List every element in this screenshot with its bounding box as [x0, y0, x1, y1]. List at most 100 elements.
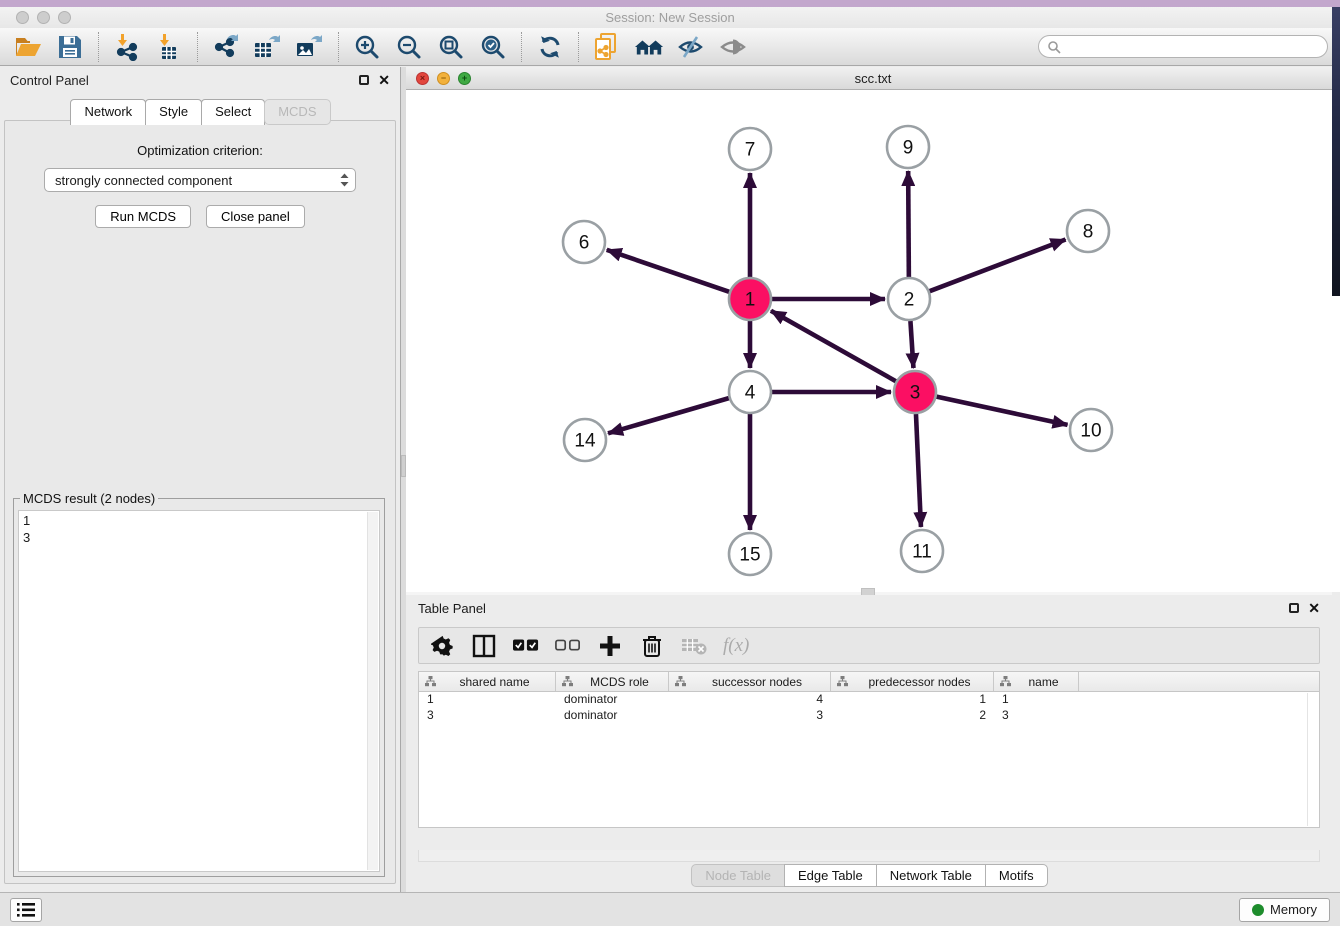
refresh-layout-icon[interactable]: [535, 32, 565, 62]
hide-eye-icon[interactable]: [676, 32, 706, 62]
close-panel-button[interactable]: Close panel: [206, 205, 305, 228]
deselect-all-icon[interactable]: [555, 633, 581, 659]
table-cell[interactable]: dominator: [556, 708, 669, 724]
node-8[interactable]: 8: [1067, 210, 1109, 252]
import-table-icon[interactable]: [154, 32, 184, 62]
memory-button[interactable]: Memory: [1239, 898, 1330, 922]
table-hscrollbar[interactable]: [418, 850, 1320, 862]
node-7[interactable]: 7: [729, 128, 771, 170]
function-builder-icon[interactable]: f(x): [723, 635, 749, 657]
control-panel: Control Panel ✕ NetworkStyleSelectMCDS O…: [0, 67, 400, 892]
run-mcds-button[interactable]: Run MCDS: [95, 205, 191, 228]
node-14[interactable]: 14: [564, 419, 606, 461]
tab-motifs[interactable]: Motifs: [985, 864, 1048, 887]
add-row-icon[interactable]: [597, 633, 623, 659]
network-canvas[interactable]: 7 9 6 8 1 2 4 3 14 10 15 11: [406, 90, 1340, 592]
zoom-in-icon[interactable]: [352, 32, 382, 62]
network-window-title: scc.txt: [406, 71, 1340, 86]
node-label: 1: [745, 290, 756, 311]
delete-row-icon[interactable]: [639, 633, 665, 659]
tab-node-table[interactable]: Node Table: [691, 864, 785, 887]
node-9[interactable]: 9: [887, 126, 929, 168]
table-cell[interactable]: 3: [419, 708, 556, 724]
eye-icon[interactable]: [718, 32, 748, 62]
tab-network-table[interactable]: Network Table: [876, 864, 986, 887]
table-cell[interactable]: 3: [669, 708, 831, 724]
node-10[interactable]: 10: [1070, 409, 1112, 451]
table-cell[interactable]: 2: [831, 708, 994, 724]
edge-1-6[interactable]: [607, 250, 729, 292]
close-table-panel-icon[interactable]: ✕: [1308, 603, 1320, 613]
table-row[interactable]: 1dominator411: [419, 692, 1319, 708]
tab-select[interactable]: Select: [201, 99, 265, 125]
export-table-icon[interactable]: [253, 32, 283, 62]
node-4[interactable]: 4: [729, 371, 771, 413]
column-layout-icon[interactable]: [471, 633, 497, 659]
node-2[interactable]: 2: [888, 278, 930, 320]
network-minimize-button[interactable]: −: [437, 72, 450, 85]
column-header-MCDS-role[interactable]: MCDS role: [556, 672, 669, 691]
save-session-icon[interactable]: [55, 32, 85, 62]
column-header-predecessor-nodes[interactable]: predecessor nodes: [831, 672, 994, 691]
float-table-panel-icon[interactable]: [1289, 603, 1299, 613]
network-close-button[interactable]: ×: [416, 72, 429, 85]
mcds-panel: Optimization criterion: strongly connect…: [4, 120, 396, 884]
zoom-selected-icon[interactable]: [478, 32, 508, 62]
clone-network-icon[interactable]: [592, 32, 622, 62]
edge-2-9[interactable]: [908, 171, 909, 277]
node-6[interactable]: 6: [563, 221, 605, 263]
network-maximize-button[interactable]: +: [458, 72, 471, 85]
column-header-successor-nodes[interactable]: successor nodes: [669, 672, 831, 691]
tab-edge-table[interactable]: Edge Table: [784, 864, 877, 887]
close-panel-icon[interactable]: ✕: [378, 75, 390, 85]
column-header-name[interactable]: name: [994, 672, 1079, 691]
select-all-icon[interactable]: [513, 633, 539, 659]
float-panel-icon[interactable]: [359, 75, 369, 85]
houses-icon[interactable]: [634, 32, 664, 62]
open-file-icon[interactable]: [13, 32, 43, 62]
node-table[interactable]: shared nameMCDS rolesuccessor nodesprede…: [418, 671, 1320, 828]
export-network-icon[interactable]: [211, 32, 241, 62]
tab-network[interactable]: Network: [70, 99, 146, 125]
network-window-titlebar[interactable]: × − + scc.txt: [406, 67, 1340, 90]
delete-table-icon[interactable]: [681, 633, 707, 659]
table-cell[interactable]: 3: [994, 708, 1079, 724]
edge-3-1[interactable]: [771, 311, 896, 381]
task-history-button[interactable]: [10, 898, 42, 922]
edge-3-10[interactable]: [937, 397, 1068, 425]
table-cell[interactable]: dominator: [556, 692, 669, 708]
tab-mcds[interactable]: MCDS: [264, 99, 330, 125]
criterion-select[interactable]: strongly connected component: [44, 168, 356, 192]
edge-4-14[interactable]: [608, 398, 729, 433]
table-row[interactable]: 3dominator323: [419, 708, 1319, 724]
result-scrollbar[interactable]: [367, 512, 378, 870]
import-network-icon[interactable]: [112, 32, 142, 62]
table-header-row: shared nameMCDS rolesuccessor nodesprede…: [419, 672, 1319, 692]
export-image-icon[interactable]: [295, 32, 325, 62]
table-tabs: Node TableEdge TableNetwork TableMotifs: [406, 864, 1332, 887]
node-label: 15: [739, 545, 760, 566]
table-cell[interactable]: 1: [831, 692, 994, 708]
zoom-out-icon[interactable]: [394, 32, 424, 62]
table-cell[interactable]: 1: [419, 692, 556, 708]
edge-2-8[interactable]: [930, 240, 1066, 292]
node-11[interactable]: 11: [901, 530, 943, 572]
edge-2-3[interactable]: [910, 321, 913, 368]
settings-gear-icon[interactable]: [429, 633, 455, 659]
result-line: 1: [23, 512, 375, 529]
column-header-shared-name[interactable]: shared name: [419, 672, 556, 691]
table-scrollbar[interactable]: [1307, 693, 1318, 826]
node-3[interactable]: 3: [894, 371, 936, 413]
mcds-result-list[interactable]: 13: [18, 510, 380, 872]
node-label: 8: [1083, 222, 1094, 243]
search-input[interactable]: [1038, 35, 1328, 58]
edge-3-11[interactable]: [916, 414, 921, 527]
table-cell[interactable]: 1: [994, 692, 1079, 708]
table-cell[interactable]: 4: [669, 692, 831, 708]
node-label: 11: [912, 542, 932, 563]
node-1[interactable]: 1: [729, 278, 771, 320]
tab-style[interactable]: Style: [145, 99, 202, 125]
network-graph[interactable]: 7 9 6 8 1 2 4 3 14 10 15 11: [406, 90, 1332, 592]
zoom-fit-icon[interactable]: [436, 32, 466, 62]
node-15[interactable]: 15: [729, 533, 771, 575]
